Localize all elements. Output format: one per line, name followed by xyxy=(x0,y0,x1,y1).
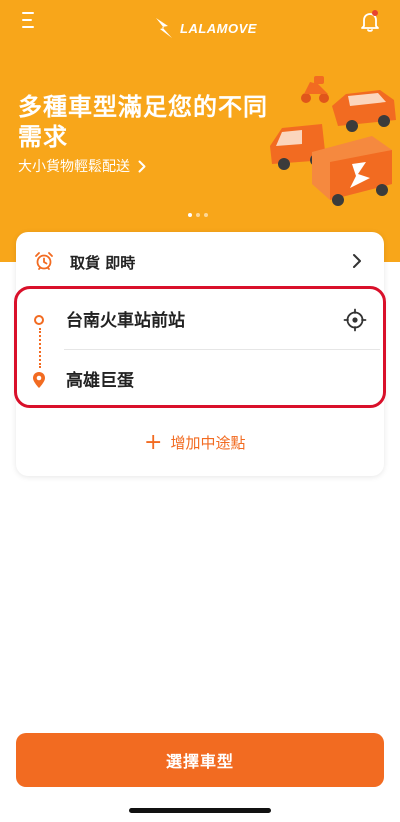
lalamove-logo-icon xyxy=(156,18,172,38)
chevron-right-icon xyxy=(138,160,146,172)
location-pin-icon xyxy=(33,372,45,388)
origin-address[interactable]: 台南火車站前站 xyxy=(66,306,185,331)
promo-banner[interactable]: LALAMOVE 多種車型滿足您的不同需求 大小貨物輕鬆配送 xyxy=(0,0,400,262)
carousel-dot xyxy=(204,213,208,217)
chevron-right-icon xyxy=(353,254,361,268)
pickup-time-row[interactable]: 取貨 即時 xyxy=(16,232,384,290)
route-connector xyxy=(39,328,41,368)
plus-icon: + xyxy=(144,429,163,455)
hero-subtitle: 大小貨物輕鬆配送 xyxy=(18,159,130,175)
app-logo: LALAMOVE xyxy=(154,14,257,42)
select-vehicle-button[interactable]: 選擇車型 xyxy=(16,733,384,787)
origin-dot-icon xyxy=(34,315,44,325)
scooter-icon xyxy=(301,76,329,103)
carousel-indicator xyxy=(188,213,208,217)
add-stop-button[interactable]: + 增加中途點 xyxy=(144,429,246,455)
route-divider xyxy=(64,349,380,350)
pickup-time-label: 取貨 即時 xyxy=(70,254,136,272)
logo-text: LALAMOVE xyxy=(180,20,257,36)
home-indicator xyxy=(129,808,271,813)
hero-title: 多種車型滿足您的不同需求 xyxy=(18,93,268,151)
alarm-clock-icon xyxy=(35,252,53,270)
menu-icon[interactable] xyxy=(22,12,44,34)
crosshair-target-icon[interactable] xyxy=(343,308,367,332)
notification-dot xyxy=(372,10,378,16)
select-vehicle-label: 選擇車型 xyxy=(165,752,234,771)
bell-icon[interactable] xyxy=(358,9,382,33)
destination-address[interactable]: 高雄巨蛋 xyxy=(66,366,134,391)
hero-subtitle-link[interactable]: 大小貨物輕鬆配送 xyxy=(18,156,146,176)
add-stop-label: 增加中途點 xyxy=(170,434,246,452)
suv-icon xyxy=(332,90,396,132)
carousel-dot xyxy=(188,213,192,217)
vehicles-illustration xyxy=(270,76,396,206)
carousel-dot xyxy=(196,213,200,217)
